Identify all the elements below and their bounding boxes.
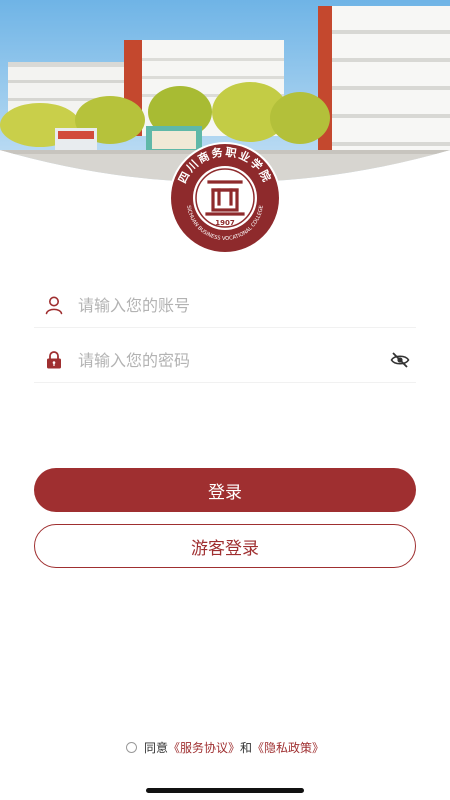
svg-text:1907: 1907 [215, 219, 235, 227]
account-input[interactable] [78, 291, 378, 319]
privacy-policy-link[interactable]: 《隐私政策》 [252, 739, 324, 756]
agree-text: 同意 [143, 740, 168, 755]
lock-icon [47, 351, 61, 369]
agree-radio-icon[interactable] [125, 741, 137, 753]
home-indicator [146, 788, 304, 793]
guest-login-button[interactable]: 游客登录 [34, 524, 416, 568]
account-field [34, 283, 416, 328]
login-button-label: 登录 [208, 482, 242, 503]
password-field [34, 338, 416, 383]
agreement-row: 同意 《服务协议》 和 《隐私政策》 [0, 737, 450, 757]
eye-off-icon[interactable] [390, 350, 410, 370]
guest-login-button-label: 游客登录 [191, 538, 259, 559]
college-emblem-logo: 四川商务职业学院 SICHUAN BUSINESS VOCATIONAL COL… [167, 140, 283, 256]
password-input[interactable] [78, 346, 378, 374]
service-agreement-link[interactable]: 《服务协议》 [168, 739, 240, 756]
user-icon [45, 296, 63, 315]
and-text: 和 [240, 740, 253, 755]
login-button[interactable]: 登录 [34, 468, 416, 512]
